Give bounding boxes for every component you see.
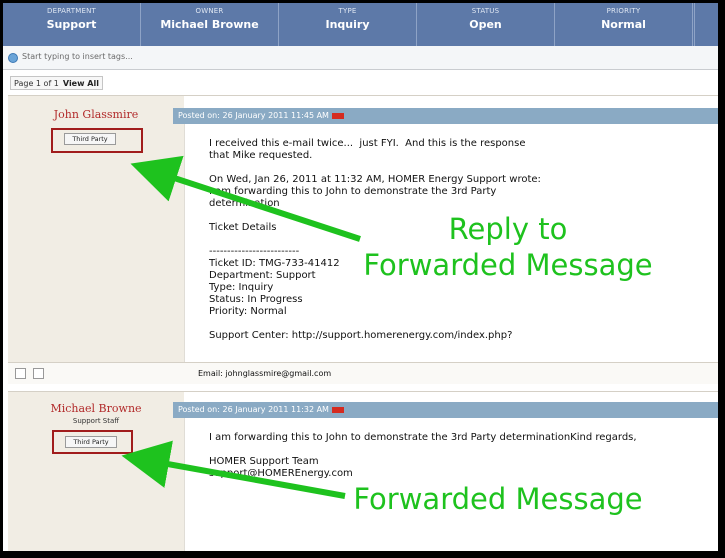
screenshot-frame: DEPARTMENT Support OWNER Michael Browne … [3, 3, 718, 551]
reply-annotation: Reply to Forwarded Message [363, 212, 653, 282]
forwarded-annotation: Forwarded Message [353, 482, 643, 516]
forwarded-arrow [121, 440, 346, 499]
reply-arrow [130, 155, 361, 242]
